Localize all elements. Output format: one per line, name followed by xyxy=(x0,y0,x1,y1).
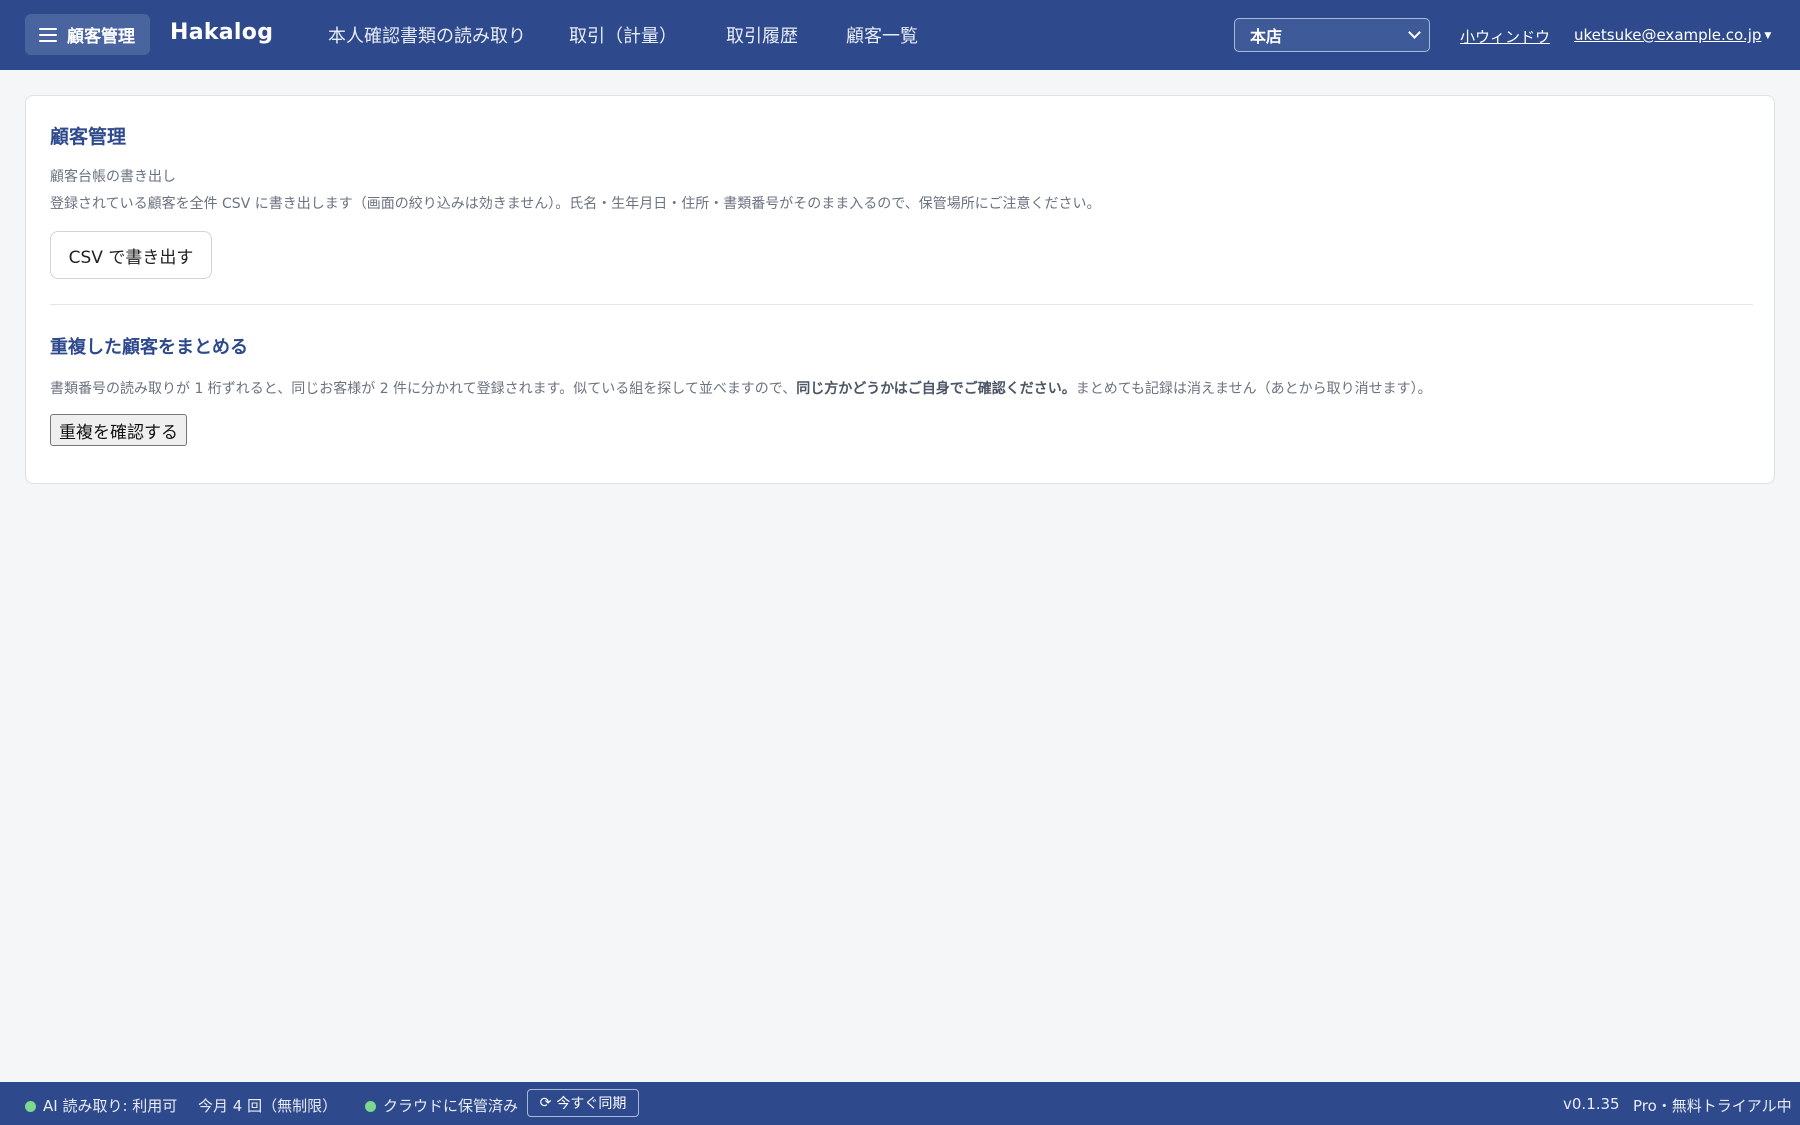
sync-label: 今すぐ同期 xyxy=(556,1096,627,1112)
refresh-icon: ⟳ xyxy=(539,1095,552,1111)
menu-button[interactable]: 顧客管理 xyxy=(25,14,150,55)
export-description: 登録されている顧客を全件 CSV に書き出します（画面の絞り込みは効きません）。… xyxy=(50,196,1101,212)
status-bar: AI 読み取り: 利用可 今月 4 回（無制限） クラウドに保管済み ⟳ 今すぐ同… xyxy=(0,1082,1800,1125)
merge-duplicates-title: 重複した顧客をまとめる xyxy=(50,337,248,358)
ai-status-text: AI 読み取り: 利用可 xyxy=(43,1097,178,1115)
menu-button-label: 顧客管理 xyxy=(67,27,135,47)
cloud-status: クラウドに保管済み xyxy=(365,1095,518,1116)
user-email: uketsuke@example.co.jp xyxy=(1574,26,1762,44)
store-select-value: 本店 xyxy=(1250,27,1283,46)
store-select[interactable]: 本店 xyxy=(1234,18,1430,52)
status-dot-icon xyxy=(25,1101,36,1112)
brand-logo[interactable]: Hakalog xyxy=(170,20,273,45)
caret-down-icon: ▼ xyxy=(1764,31,1772,41)
ai-status: AI 読み取り: 利用可 xyxy=(25,1095,177,1116)
merge-description-after: まとめても記録は消えません（あとから取り消せます）。 xyxy=(1075,381,1432,397)
cloud-status-text: クラウドに保管済み xyxy=(383,1097,519,1115)
page-title: 顧客管理 xyxy=(50,126,127,148)
plan-status: Pro・無料トライアル中 xyxy=(1633,1097,1792,1115)
top-navigation-bar: 顧客管理 Hakalog 本人確認書類の読み取り 取引（計量） 取引履歴 顧客一… xyxy=(0,0,1800,70)
app-version: v0.1.35 xyxy=(1563,1095,1620,1113)
status-dot-icon xyxy=(365,1101,376,1112)
usage-count: 今月 4 回（無制限） xyxy=(198,1097,338,1115)
customer-management-card: 顧客管理 顧客台帳の書き出し 登録されている顧客を全件 CSV に書き出します（… xyxy=(25,95,1775,484)
mini-window-link[interactable]: 小ウィンドウ xyxy=(1460,26,1550,47)
nav-customer-list[interactable]: 顧客一覧 xyxy=(846,22,918,48)
check-duplicates-button[interactable]: 重複を確認する xyxy=(50,414,187,446)
hamburger-icon xyxy=(39,27,57,42)
merge-duplicates-description: 書類番号の読み取りが 1 桁ずれると、同じお客様が 2 件に分かれて登録されます… xyxy=(50,378,1432,398)
user-menu[interactable]: uketsuke@example.co.jp ▼ xyxy=(1574,26,1771,44)
nav-id-document-reading[interactable]: 本人確認書類の読み取り xyxy=(328,22,526,48)
nav-transaction-weighing[interactable]: 取引（計量） xyxy=(569,22,677,48)
chevron-down-icon xyxy=(1408,26,1421,39)
section-divider xyxy=(50,304,1753,305)
merge-description-before: 書類番号の読み取りが 1 桁ずれると、同じお客様が 2 件に分かれて登録されます… xyxy=(50,381,797,397)
csv-export-button[interactable]: CSV で書き出す xyxy=(50,231,212,279)
sync-now-button[interactable]: ⟳ 今すぐ同期 xyxy=(527,1089,639,1117)
merge-description-bold: 同じ方かどうかはご自身でご確認ください。 xyxy=(796,381,1076,397)
nav-transaction-history[interactable]: 取引履歴 xyxy=(726,22,798,48)
export-heading: 顧客台帳の書き出し xyxy=(50,169,176,185)
